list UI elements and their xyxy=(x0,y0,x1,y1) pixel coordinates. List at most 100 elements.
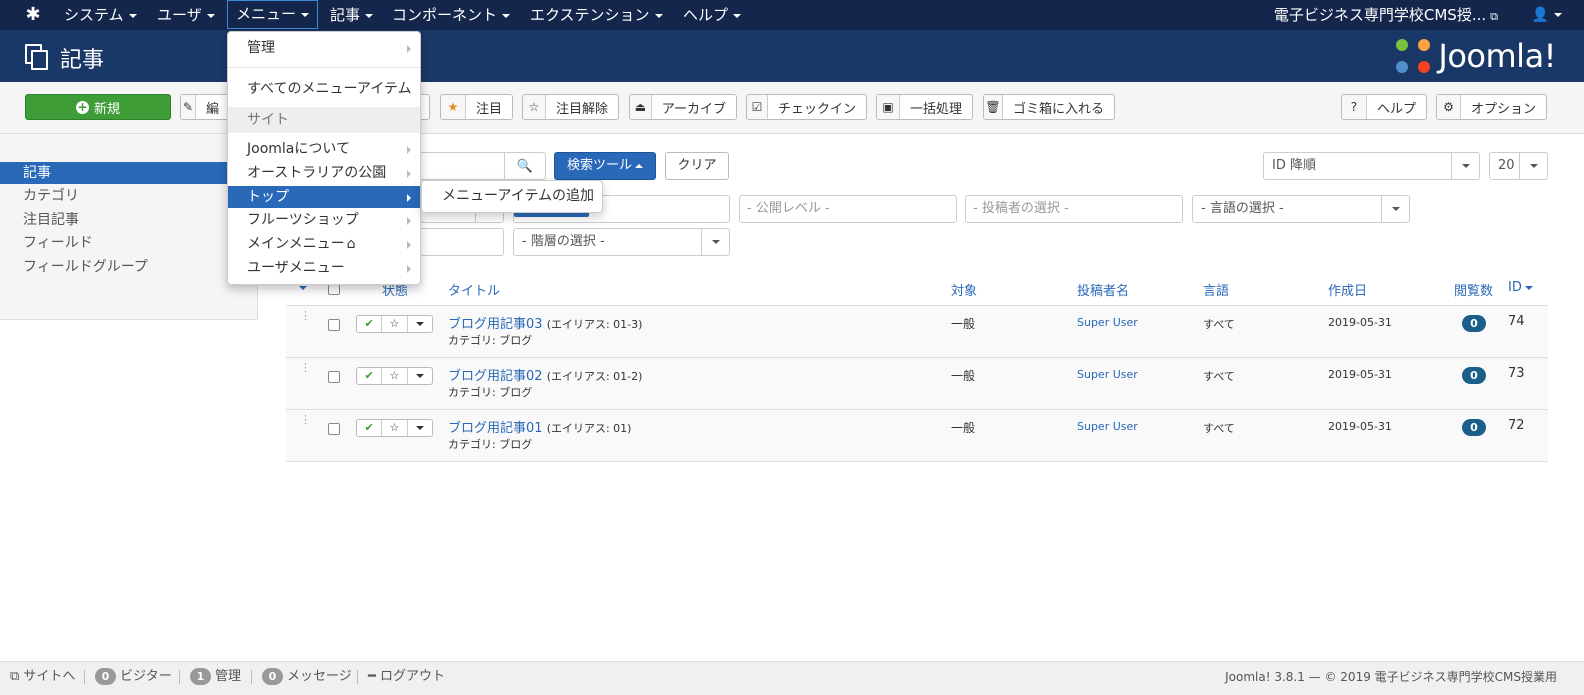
article-author[interactable]: Super User xyxy=(1077,316,1138,329)
edit-button[interactable]: ✎ 編 xyxy=(180,94,230,120)
actions-dropdown-icon[interactable] xyxy=(408,368,432,384)
user-icon[interactable]: 👤 xyxy=(1532,0,1562,30)
caret-down-icon xyxy=(206,13,215,18)
search-input[interactable] xyxy=(420,152,505,180)
limit-select[interactable]: 20 xyxy=(1489,152,1548,180)
caret-down-icon xyxy=(654,13,663,18)
select-all-checkbox[interactable] xyxy=(328,283,340,299)
star-outline-icon[interactable]: ☆ xyxy=(382,368,408,384)
drag-handle-icon[interactable]: ⋮ xyxy=(300,310,311,321)
nav-components[interactable]: コンポーネント xyxy=(392,0,511,30)
nav-system[interactable]: システム xyxy=(64,0,137,30)
header-hits[interactable]: 閲覧数 xyxy=(1454,280,1493,299)
language-filter-select[interactable]: - 言語の選択 - xyxy=(1192,195,1410,223)
options-button[interactable]: ⚙ オプション xyxy=(1436,94,1547,120)
header-author[interactable]: 投稿者名 xyxy=(1077,280,1129,299)
author-filter[interactable]: - 投稿者の選択 - xyxy=(965,195,1183,223)
ordering-value: ID 降順 xyxy=(1272,158,1316,173)
new-button[interactable]: + 新規 xyxy=(25,94,171,120)
header-language[interactable]: 言語 xyxy=(1203,280,1229,299)
gear-icon: ⚙ xyxy=(1437,95,1461,119)
sidebar-item-featured[interactable]: 注目記事 xyxy=(0,209,258,231)
unfeature-button[interactable]: ☆ 注目解除 xyxy=(522,94,619,120)
joomla-icon[interactable]: ✱ xyxy=(20,4,46,26)
article-title-link[interactable]: ブログ用記事03 xyxy=(448,317,543,332)
menu-item-fruit-shop[interactable]: フルーツショップ xyxy=(228,209,420,231)
article-title-link[interactable]: ブログ用記事01 xyxy=(448,421,543,436)
sidebar-item-fields[interactable]: フィールド xyxy=(0,232,258,254)
checkin-button[interactable]: ☑ チェックイン xyxy=(746,94,867,120)
published-check-icon[interactable]: ✔ xyxy=(357,368,383,384)
nav-content[interactable]: 記事 xyxy=(330,0,374,30)
header-id[interactable]: ID xyxy=(1508,280,1533,295)
feature-button[interactable]: ★ 注目 xyxy=(440,94,513,120)
row-checkbox[interactable] xyxy=(328,371,340,387)
level-filter-value: - 階層の選択 - xyxy=(522,234,605,249)
drag-handle-icon[interactable]: ⋮ xyxy=(300,414,311,425)
menu-item-about-joomla[interactable]: Joomlaについて xyxy=(228,138,420,160)
menu-item-manage[interactable]: 管理 xyxy=(228,37,420,59)
row-checkbox[interactable] xyxy=(328,319,340,335)
sidebar: 記事 カテゴリ 注目記事 フィールド フィールドグループ xyxy=(0,134,258,320)
header-title[interactable]: タイトル xyxy=(448,280,500,299)
level-filter-select[interactable]: - 階層の選択 - xyxy=(513,228,730,256)
view-site-link[interactable]: ⧉ サイトへ xyxy=(10,667,75,687)
options-button-label: オプション xyxy=(1470,101,1536,117)
row-checkbox[interactable] xyxy=(328,423,340,439)
limit-value: 20 xyxy=(1498,158,1515,173)
page-title: 記事 xyxy=(60,48,105,73)
ordering-select[interactable]: ID 降順 xyxy=(1263,152,1480,180)
menu-item-all-items[interactable]: すべてのメニューアイテム xyxy=(228,78,420,100)
admins-count-badge: 1 xyxy=(190,668,211,685)
site-name: 電子ビジネス専門学校CMS授... xyxy=(1273,6,1487,24)
article-access: 一般 xyxy=(951,317,976,331)
chevron-down-icon xyxy=(701,229,729,255)
chevron-down-icon xyxy=(1451,153,1479,179)
nav-extensions[interactable]: エクステンション xyxy=(530,0,663,30)
header-created[interactable]: 作成日 xyxy=(1328,280,1367,299)
published-check-icon[interactable]: ✔ xyxy=(357,420,383,436)
sidebar-item-articles[interactable]: 記事 xyxy=(0,162,258,184)
nav-menus[interactable]: メニュー xyxy=(227,0,319,29)
logout-link[interactable]: ━ ログアウト xyxy=(368,667,445,687)
caret-down-icon xyxy=(1554,13,1562,17)
article-title-link[interactable]: ブログ用記事02 xyxy=(448,369,543,384)
clear-button[interactable]: クリア xyxy=(665,152,729,180)
nav-help[interactable]: ヘルプ xyxy=(683,0,742,30)
archive-button[interactable]: ⏏ アーカイブ xyxy=(629,94,737,120)
nav-site-link[interactable]: 電子ビジネス専門学校CMS授... ⧉ xyxy=(1274,0,1498,30)
home-icon: ⌂ xyxy=(346,236,356,252)
sidebar-item-field-groups[interactable]: フィールドグループ xyxy=(0,256,258,278)
star-outline-icon[interactable]: ☆ xyxy=(382,316,408,332)
menu-item-user-menu[interactable]: ユーザメニュー xyxy=(228,257,420,279)
header-access[interactable]: 対象 xyxy=(951,280,977,299)
batch-button[interactable]: ▣ 一括処理 xyxy=(876,94,973,120)
article-author[interactable]: Super User xyxy=(1077,420,1138,433)
menu-item-top[interactable]: トップ xyxy=(228,186,420,208)
nav-users[interactable]: ユーザ xyxy=(157,0,215,30)
search-button[interactable]: 🔍 xyxy=(504,152,546,180)
menu-item-label: オーストラリアの公園 xyxy=(247,165,387,181)
help-button[interactable]: ? ヘルプ xyxy=(1341,94,1427,120)
star-outline-icon[interactable]: ☆ xyxy=(382,420,408,436)
tag-filter[interactable] xyxy=(420,228,504,256)
published-check-icon[interactable]: ✔ xyxy=(357,316,383,332)
trash-button[interactable]: 🗑 ゴミ箱に入れる xyxy=(983,94,1115,120)
menu-item-label: トップ xyxy=(247,189,289,205)
drag-handle-icon[interactable]: ⋮ xyxy=(300,362,311,373)
messages-status[interactable]: 0 メッセージ xyxy=(262,667,352,687)
table-row: ⋮ ✔ ☆ ブログ用記事01 (エイリアス: 01) カテゴリ: ブログ 一般 S… xyxy=(286,410,1548,462)
table-row: ⋮ ✔ ☆ ブログ用記事02 (エイリアス: 01-2) カテゴリ: ブログ 一般… xyxy=(286,358,1548,410)
article-author[interactable]: Super User xyxy=(1077,368,1138,381)
article-category: カテゴリ: ブログ xyxy=(448,334,533,347)
menu-item-australian-parks[interactable]: オーストラリアの公園 xyxy=(228,162,420,184)
menus-dropdown: 管理 すべてのメニューアイテム サイト Joomlaについて オーストラリアの公… xyxy=(227,31,421,285)
menu-item-main-menu[interactable]: メインメニュー ⌂ xyxy=(228,233,420,255)
sidebar-item-categories[interactable]: カテゴリ xyxy=(0,185,258,207)
submenu-add-item[interactable]: メニューアイテムの追加 xyxy=(421,180,603,213)
actions-dropdown-icon[interactable] xyxy=(408,420,432,436)
chevron-down-icon xyxy=(1381,196,1409,222)
access-filter[interactable]: - 公開レベル - xyxy=(739,195,957,223)
search-tools-button[interactable]: 検索ツール xyxy=(554,152,656,180)
actions-dropdown-icon[interactable] xyxy=(408,316,432,332)
